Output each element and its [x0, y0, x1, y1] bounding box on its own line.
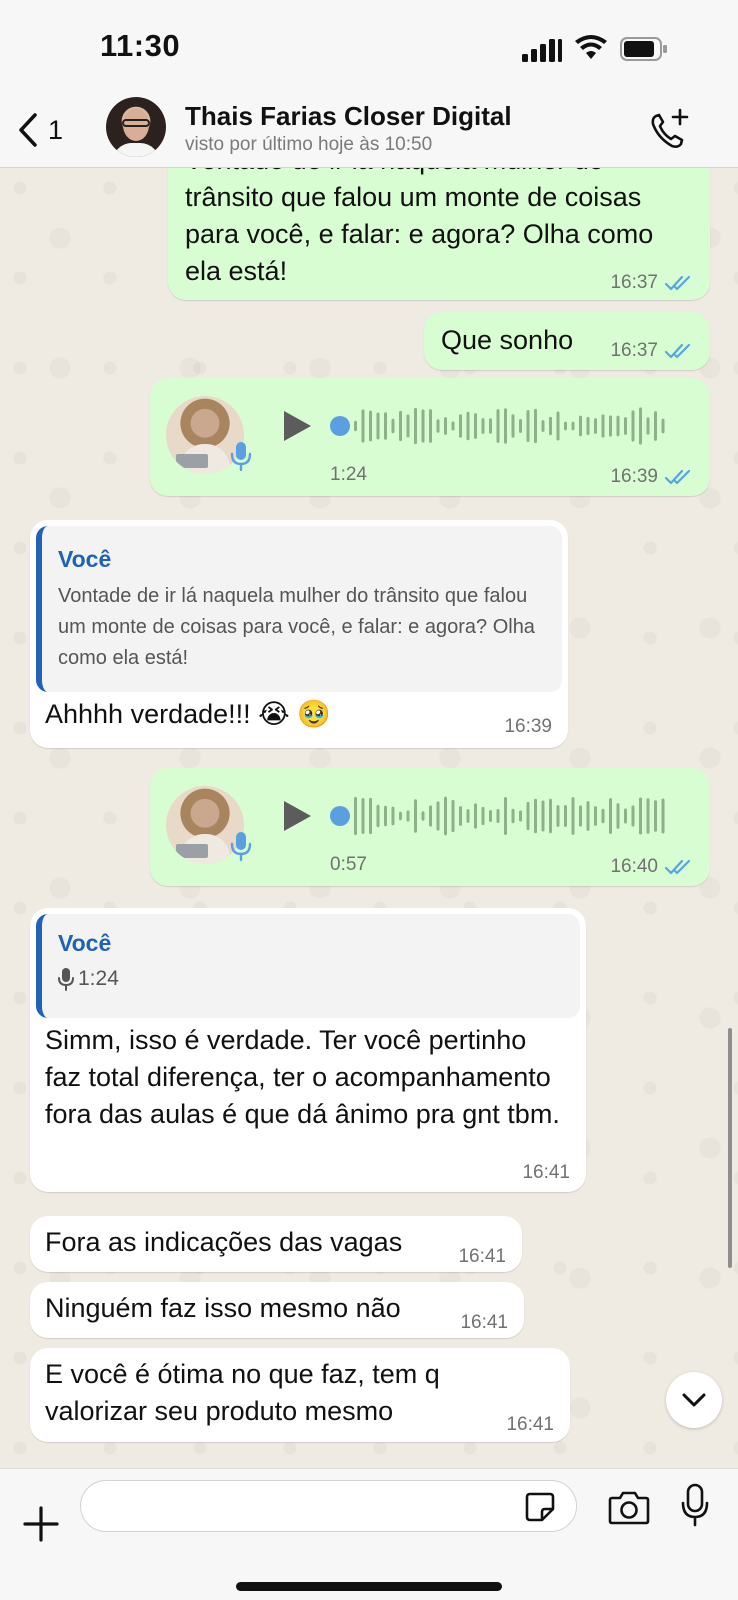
audio-message-outgoing[interactable]: 0:57 16:40 — [150, 768, 710, 886]
message-time: 16:39 — [610, 466, 658, 487]
play-icon[interactable] — [280, 408, 314, 444]
play-icon[interactable] — [280, 798, 314, 834]
message-time: 16:40 — [610, 856, 658, 877]
audio-duration: 0:57 — [330, 854, 367, 875]
message-input[interactable] — [80, 1480, 577, 1532]
double-check-icon — [664, 275, 691, 291]
wifi-icon — [575, 35, 607, 59]
message-text: E você é ótima no que faz, tem q valoriz… — [45, 1359, 440, 1426]
unread-count: 1 — [48, 114, 64, 145]
audio-waveform[interactable] — [330, 790, 670, 842]
message-bubble-outgoing[interactable]: Que sonho 16:37 — [424, 312, 710, 370]
battery-icon — [620, 37, 667, 61]
message-line: trânsito que falou um monte de coisas — [185, 182, 642, 212]
audio-message-outgoing[interactable]: 1:24 16:39 — [150, 378, 710, 496]
message-bubble-incoming[interactable]: Fora as indicações das vagas 16:41 — [30, 1216, 522, 1272]
contact-avatar[interactable] — [106, 97, 166, 157]
message-time: 16:37 — [610, 340, 658, 361]
message-time: 16:41 — [506, 1414, 554, 1435]
message-text: Ahhhh verdade!!! 😭 🥹 — [45, 699, 331, 729]
message-bubble-incoming[interactable]: E você é ótima no que faz, tem q valoriz… — [30, 1348, 570, 1442]
message-text: Fora as indicações das vagas — [45, 1227, 403, 1257]
add-call-icon[interactable] — [646, 106, 694, 154]
message-line: para você, e falar: e agora? Olha como — [185, 219, 654, 249]
message-bubble-incoming[interactable]: Ninguém faz isso mesmo não 16:41 — [30, 1282, 524, 1338]
chat-area[interactable]: Vontade de ir lá naquela mulher do trâns… — [0, 168, 738, 1468]
audio-waveform[interactable] — [330, 400, 670, 452]
message-bubble-outgoing[interactable]: Vontade de ir lá naquela mulher do trâns… — [168, 168, 710, 300]
message-text: Ninguém faz isso mesmo não — [45, 1293, 401, 1323]
message-line: Vontade de ir lá naquela mulher do — [185, 168, 685, 179]
chat-header: 1 Thais Farias Closer Digital visto por … — [0, 92, 738, 168]
message-bubble-incoming[interactable]: Você 1:24 Simm, isso é verdade. Ter você… — [30, 908, 586, 1192]
quote-text: Vontade de ir lá naquela mulher do trâns… — [58, 585, 535, 669]
message-time: 16:39 — [504, 716, 552, 737]
quoted-message[interactable]: Você 1:24 — [36, 914, 580, 1018]
contact-name[interactable]: Thais Farias Closer Digital — [185, 101, 512, 132]
quoted-message[interactable]: Você Vontade de ir lá naquela mulher do … — [36, 526, 562, 692]
plus-icon[interactable] — [22, 1505, 60, 1543]
quote-author: Você — [58, 546, 112, 572]
status-time: 11:30 — [100, 28, 181, 63]
message-time: 16:41 — [522, 1162, 570, 1183]
quoted-audio-duration: 1:24 — [78, 967, 119, 990]
message-time: 16:41 — [458, 1246, 506, 1267]
back-chevron-icon — [19, 113, 37, 147]
microphone-icon[interactable] — [680, 1483, 710, 1527]
chevron-down-icon — [682, 1393, 706, 1407]
message-bubble-incoming[interactable]: Você Vontade de ir lá naquela mulher do … — [30, 520, 568, 748]
double-check-icon — [664, 343, 691, 359]
home-indicator[interactable] — [236, 1582, 502, 1591]
audio-duration: 1:24 — [330, 464, 367, 485]
back-button[interactable]: 1 — [18, 108, 78, 152]
message-time: 16:37 — [610, 272, 658, 293]
scroll-indicator[interactable] — [728, 1028, 732, 1268]
signal-icon — [522, 39, 562, 62]
double-check-icon — [664, 859, 691, 875]
camera-icon[interactable] — [608, 1489, 650, 1525]
last-seen-status: visto por último hoje às 10:50 — [185, 134, 433, 155]
microphone-icon — [230, 832, 252, 862]
double-check-icon — [664, 469, 691, 485]
message-text: Simm, isso é verdade. Ter você pertinho … — [45, 1025, 560, 1129]
message-time: 16:41 — [460, 1312, 508, 1333]
quote-author: Você — [58, 930, 112, 956]
quoted-audio: 1:24 — [58, 967, 564, 991]
message-composer — [0, 1468, 738, 1600]
scroll-down-button[interactable] — [666, 1372, 722, 1428]
microphone-icon — [58, 968, 74, 991]
status-bar: 11:30 — [0, 0, 738, 92]
microphone-icon — [230, 442, 252, 472]
sticker-icon[interactable] — [524, 1491, 556, 1523]
message-text: Que sonho — [441, 325, 574, 355]
